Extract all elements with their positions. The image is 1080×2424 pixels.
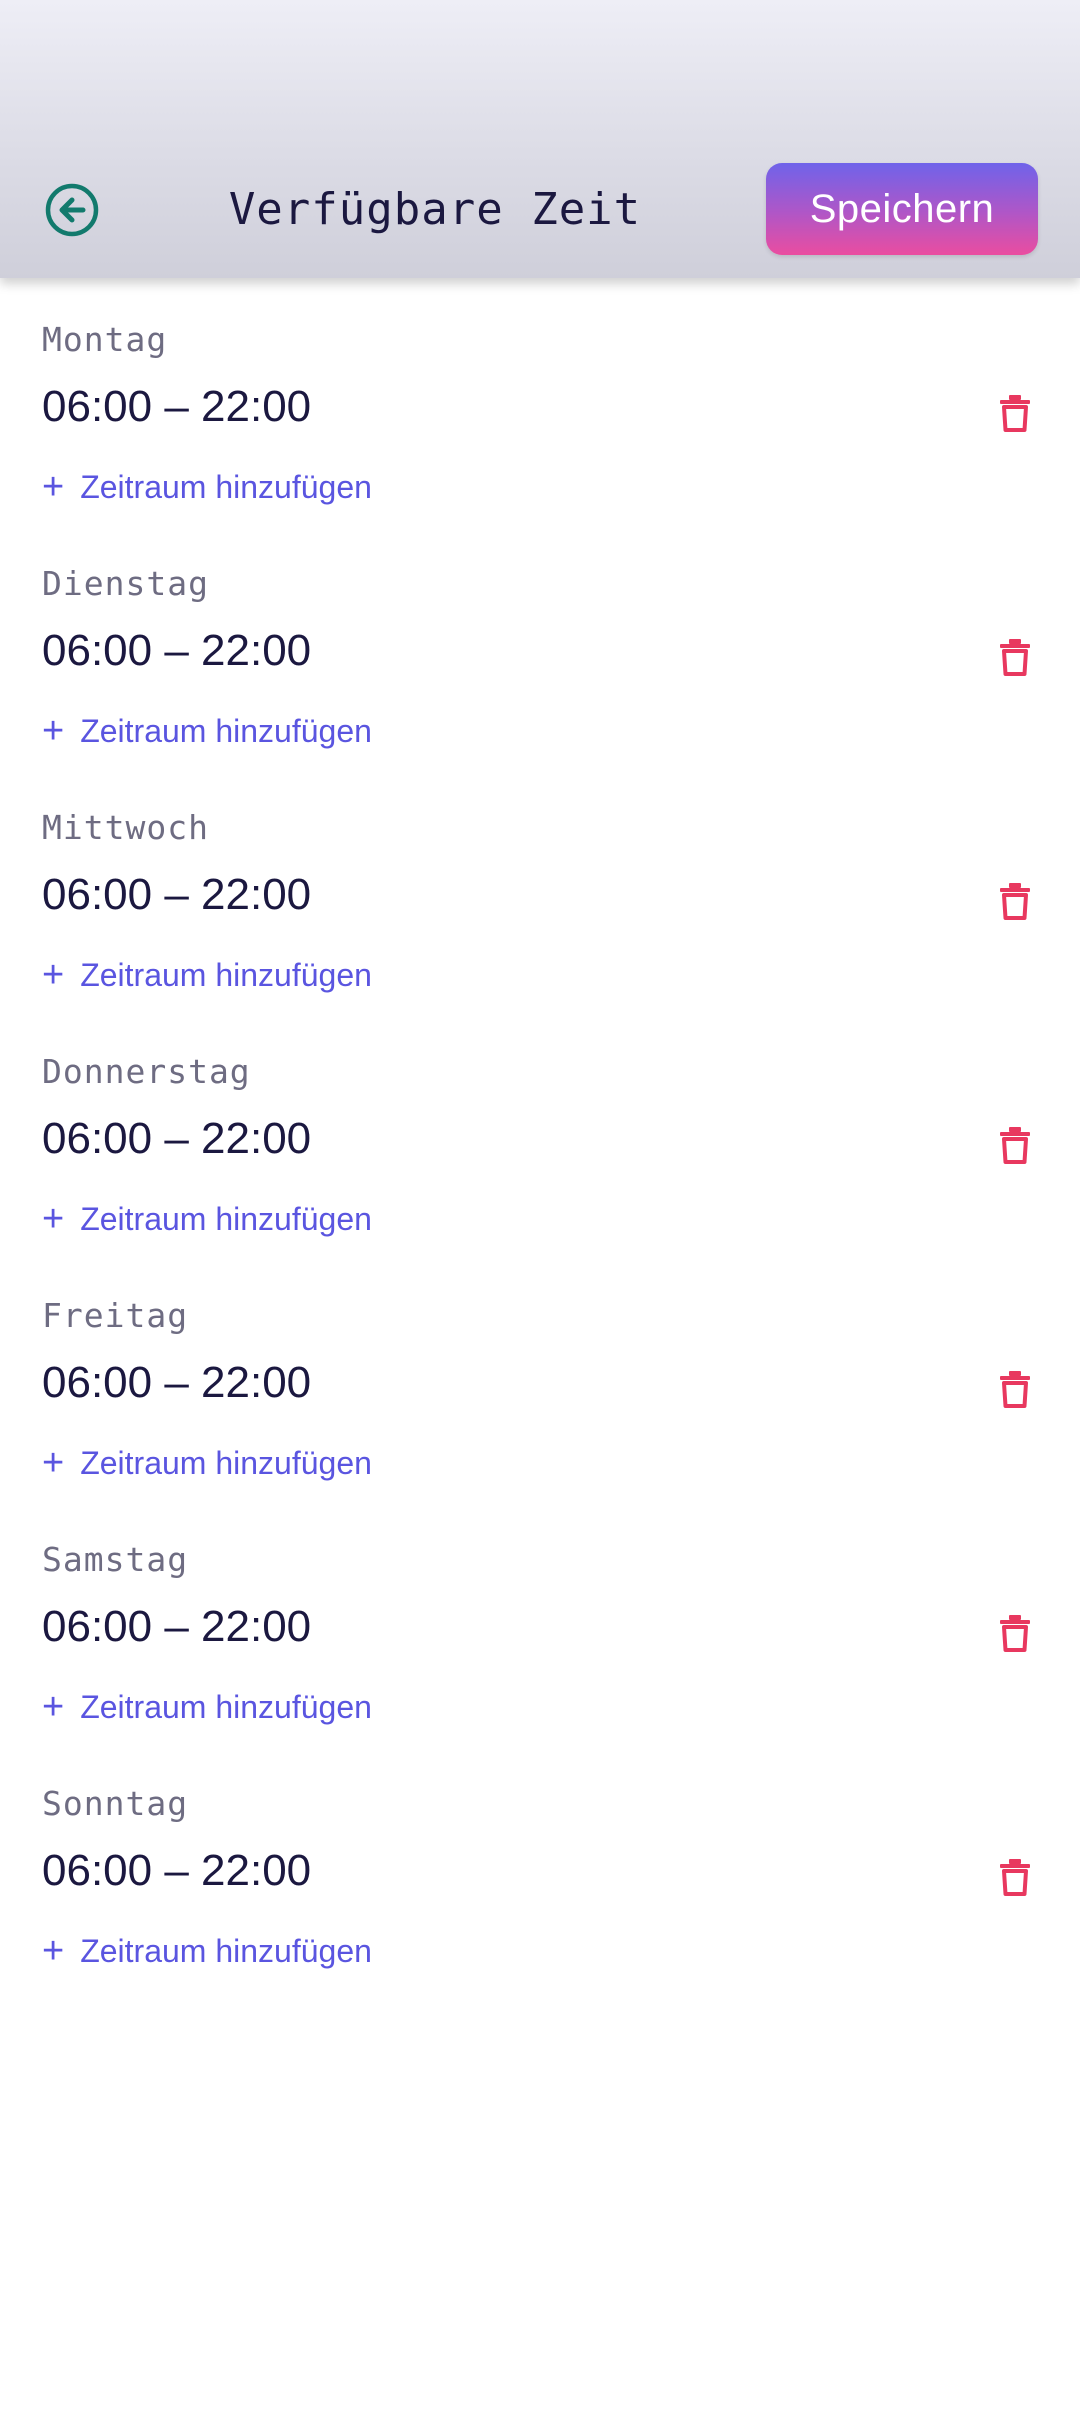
add-range-label: Zeitraum hinzufügen	[80, 468, 372, 505]
day-label: Mittwoch	[42, 808, 209, 847]
add-range-label: Zeitraum hinzufügen	[80, 1444, 372, 1481]
time-range[interactable]: 06:00 – 22:00	[42, 1114, 311, 1164]
time-range[interactable]: 06:00 – 22:00	[42, 870, 311, 920]
trash-icon	[1000, 395, 1030, 432]
add-range-label: Zeitraum hinzufügen	[80, 1200, 372, 1237]
day-section-montag: Montag 06:00 – 22:00 + Zeitraum hinzufüg…	[0, 278, 1080, 522]
add-range-label: Zeitraum hinzufügen	[80, 712, 372, 749]
day-label: Samstag	[42, 1540, 189, 1579]
plus-icon: +	[42, 1686, 65, 1728]
add-range-label: Zeitraum hinzufügen	[80, 1932, 372, 1969]
day-label: Montag	[42, 320, 168, 359]
day-label: Donnerstag	[42, 1052, 251, 1091]
day-label: Freitag	[42, 1296, 189, 1335]
plus-icon: +	[42, 466, 65, 508]
trash-icon	[1000, 1127, 1030, 1164]
trash-icon	[1000, 1859, 1030, 1896]
add-range-label: Zeitraum hinzufügen	[80, 956, 372, 993]
day-section-dienstag: Dienstag 06:00 – 22:00 + Zeitraum hinzuf…	[0, 522, 1080, 766]
delete-range-button[interactable]	[998, 393, 1032, 433]
add-range-button[interactable]: + Zeitraum hinzufügen	[42, 1444, 372, 1482]
plus-icon: +	[42, 1442, 65, 1484]
time-range[interactable]: 06:00 – 22:00	[42, 626, 311, 676]
day-section-sonntag: Sonntag 06:00 – 22:00 + Zeitraum hinzufü…	[0, 1742, 1080, 1986]
add-range-button[interactable]: + Zeitraum hinzufügen	[42, 1932, 372, 1970]
add-range-button[interactable]: + Zeitraum hinzufügen	[42, 1688, 372, 1726]
plus-icon: +	[42, 710, 65, 752]
day-label: Sonntag	[42, 1784, 189, 1823]
delete-range-button[interactable]	[998, 1613, 1032, 1653]
save-button[interactable]: Speichern	[766, 163, 1038, 255]
add-range-button[interactable]: + Zeitraum hinzufügen	[42, 956, 372, 994]
day-section-donnerstag: Donnerstag 06:00 – 22:00 + Zeitraum hinz…	[0, 1010, 1080, 1254]
day-label: Dienstag	[42, 564, 209, 603]
trash-icon	[1000, 883, 1030, 920]
day-section-mittwoch: Mittwoch 06:00 – 22:00 + Zeitraum hinzuf…	[0, 766, 1080, 1010]
time-range[interactable]: 06:00 – 22:00	[42, 382, 311, 432]
add-range-label: Zeitraum hinzufügen	[80, 1688, 372, 1725]
availability-list: Montag 06:00 – 22:00 + Zeitraum hinzufüg…	[0, 278, 1080, 1986]
add-range-button[interactable]: + Zeitraum hinzufügen	[42, 1200, 372, 1238]
add-range-button[interactable]: + Zeitraum hinzufügen	[42, 712, 372, 750]
app-header: Verfügbare Zeit Speichern	[0, 0, 1080, 278]
day-section-freitag: Freitag 06:00 – 22:00 + Zeitraum hinzufü…	[0, 1254, 1080, 1498]
trash-icon	[1000, 1371, 1030, 1408]
delete-range-button[interactable]	[998, 1125, 1032, 1165]
plus-icon: +	[42, 1930, 65, 1972]
add-range-button[interactable]: + Zeitraum hinzufügen	[42, 468, 372, 506]
delete-range-button[interactable]	[998, 881, 1032, 921]
time-range[interactable]: 06:00 – 22:00	[42, 1358, 311, 1408]
day-section-samstag: Samstag 06:00 – 22:00 + Zeitraum hinzufü…	[0, 1498, 1080, 1742]
time-range[interactable]: 06:00 – 22:00	[42, 1846, 311, 1896]
plus-icon: +	[42, 954, 65, 996]
delete-range-button[interactable]	[998, 1857, 1032, 1897]
trash-icon	[1000, 1615, 1030, 1652]
trash-icon	[1000, 639, 1030, 676]
page-title: Verfügbare Zeit	[228, 184, 642, 235]
plus-icon: +	[42, 1198, 65, 1240]
time-range[interactable]: 06:00 – 22:00	[42, 1602, 311, 1652]
delete-range-button[interactable]	[998, 1369, 1032, 1409]
delete-range-button[interactable]	[998, 637, 1032, 677]
